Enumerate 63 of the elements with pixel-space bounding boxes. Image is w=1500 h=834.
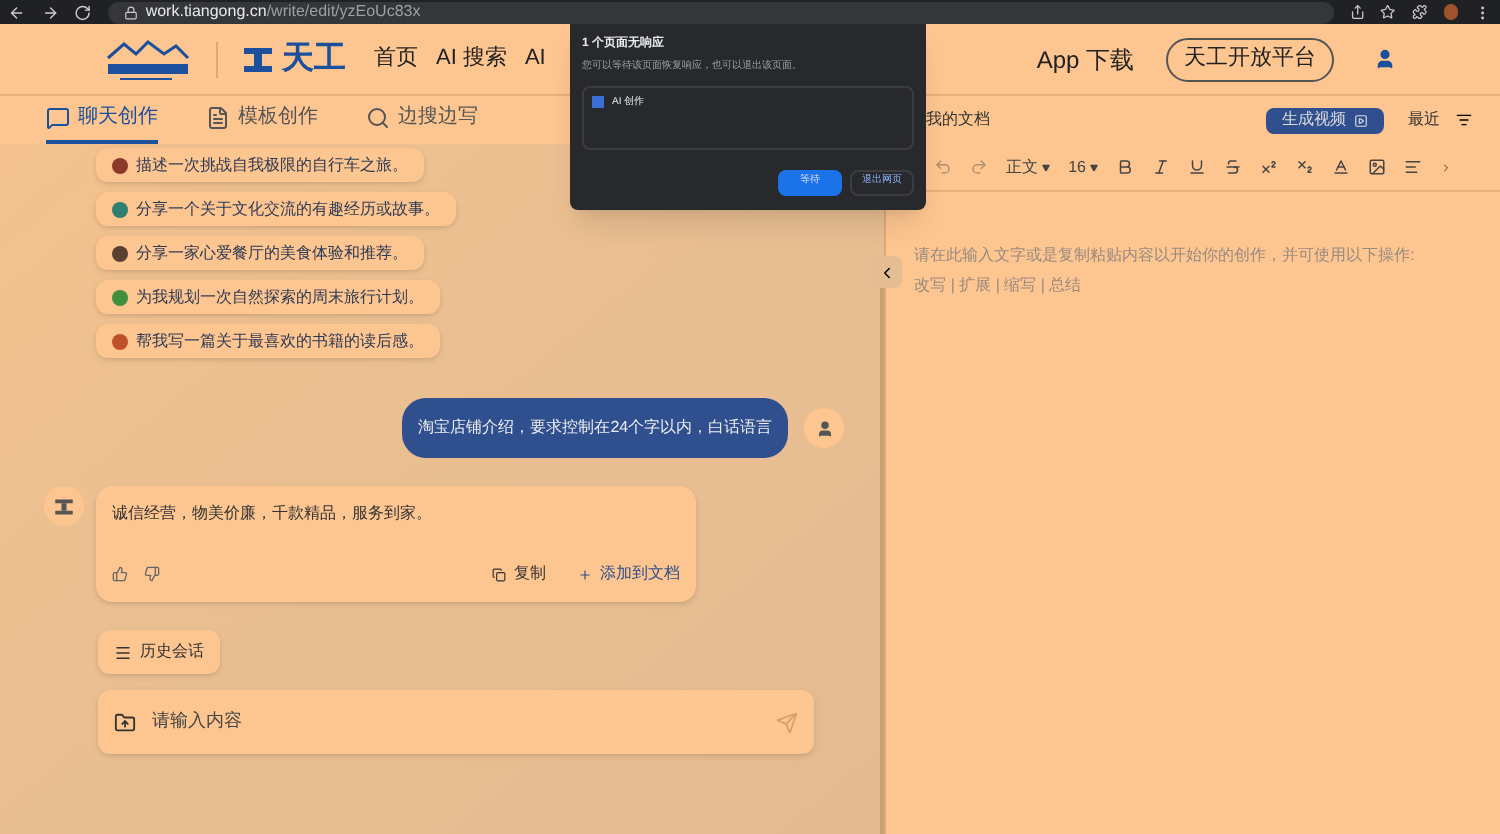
font-size-dropdown[interactable]: 16 [1068,155,1098,179]
play-icon [1354,113,1368,127]
address-bar[interactable]: work.tiangong.cn/write/edit/yzEoUc83x [107,1,1334,23]
history-button[interactable]: 历史会话 [98,630,220,674]
suggestion-chip[interactable]: 帮我写一篇关于最喜欢的书籍的读后感。 [96,324,440,358]
share-icon[interactable] [1349,4,1365,20]
forward-icon[interactable] [41,3,59,21]
user-avatar [804,408,845,448]
nav-link[interactable]: AI 搜索 [436,42,507,76]
mode-tab[interactable]: 边搜边写 [366,102,478,144]
menu-icon [114,643,132,661]
paragraph-style-dropdown[interactable]: 正文 [1006,155,1051,179]
subscript-icon[interactable] [1296,158,1314,176]
user-icon[interactable] [1374,48,1396,70]
profile-avatar[interactable] [1443,4,1459,20]
image-icon[interactable] [1368,158,1386,176]
superscript-icon[interactable] [1260,158,1278,176]
underline-icon[interactable] [1188,158,1206,176]
thumbs-up-icon[interactable] [112,566,128,582]
suggestion-chip[interactable]: 分享一个关于文化交流的有趣经历或故事。 [96,192,456,226]
bold-icon[interactable] [1116,158,1134,176]
page-favicon [592,95,604,107]
nav-link[interactable]: 首页 [374,42,418,76]
bookmark-star-icon[interactable] [1380,4,1397,20]
font-color-icon[interactable] [1332,158,1350,176]
lock-icon [123,5,138,19]
caret-icon [1090,163,1098,171]
reload-icon[interactable] [74,3,92,21]
extensions-icon[interactable] [1412,4,1428,20]
back-icon[interactable] [8,3,26,21]
caret-icon [1042,163,1051,171]
tiangong-logo-icon [242,45,274,73]
mode-tab[interactable]: 模板创作 [206,102,318,144]
document-icon [206,105,230,129]
suggestion-chip[interactable]: 分享一家心爱餐厅的美食体验和推荐。 [96,236,424,270]
plus-icon [578,567,592,581]
suggestion-chip[interactable]: 为我规划一次自然探索的周末旅行计划。 [96,280,440,314]
copy-button[interactable]: 复制 [492,562,546,586]
assistant-avatar [44,486,84,526]
search-icon [366,105,390,129]
align-left-icon[interactable] [1404,158,1422,176]
copy-icon [492,567,506,581]
message-input-field[interactable]: 请输入内容 [152,708,760,736]
thumbs-down-icon[interactable] [144,566,160,582]
url-text: work.tiangong.cn/write/edit/yzEoUc83x [145,4,421,20]
strikethrough-icon[interactable] [1224,158,1242,176]
upload-folder-icon[interactable] [114,711,136,733]
app-download-link[interactable]: App 下载 [1036,41,1134,77]
message-input[interactable]: 请输入内容 [98,690,814,754]
mode-tab[interactable]: 聊天创作 [46,102,158,144]
italic-icon[interactable] [1152,158,1170,176]
list-icon[interactable] [1456,112,1472,128]
open-platform-button[interactable]: 天工开放平台 [1166,37,1334,81]
chat-icon [46,105,70,129]
user-message: 淘宝店铺介绍，要求控制在24个字以内，白话语言 [402,398,789,458]
generate-video-button[interactable]: 生成视频 [1266,107,1384,133]
nav-link[interactable]: AI [524,42,546,76]
suggestion-chip[interactable]: 描述一次挑战自我极限的自行车之旅。 [96,148,424,182]
add-to-document-button[interactable]: 添加到文档 [578,562,680,586]
reply-text: 诚信经营，物美价廉，千款精品，服务到家。 [112,502,434,526]
document-title: 我的文档 [926,108,991,132]
recent-button[interactable]: 最近 [1408,108,1440,132]
brand-name: 天工 [282,39,346,79]
